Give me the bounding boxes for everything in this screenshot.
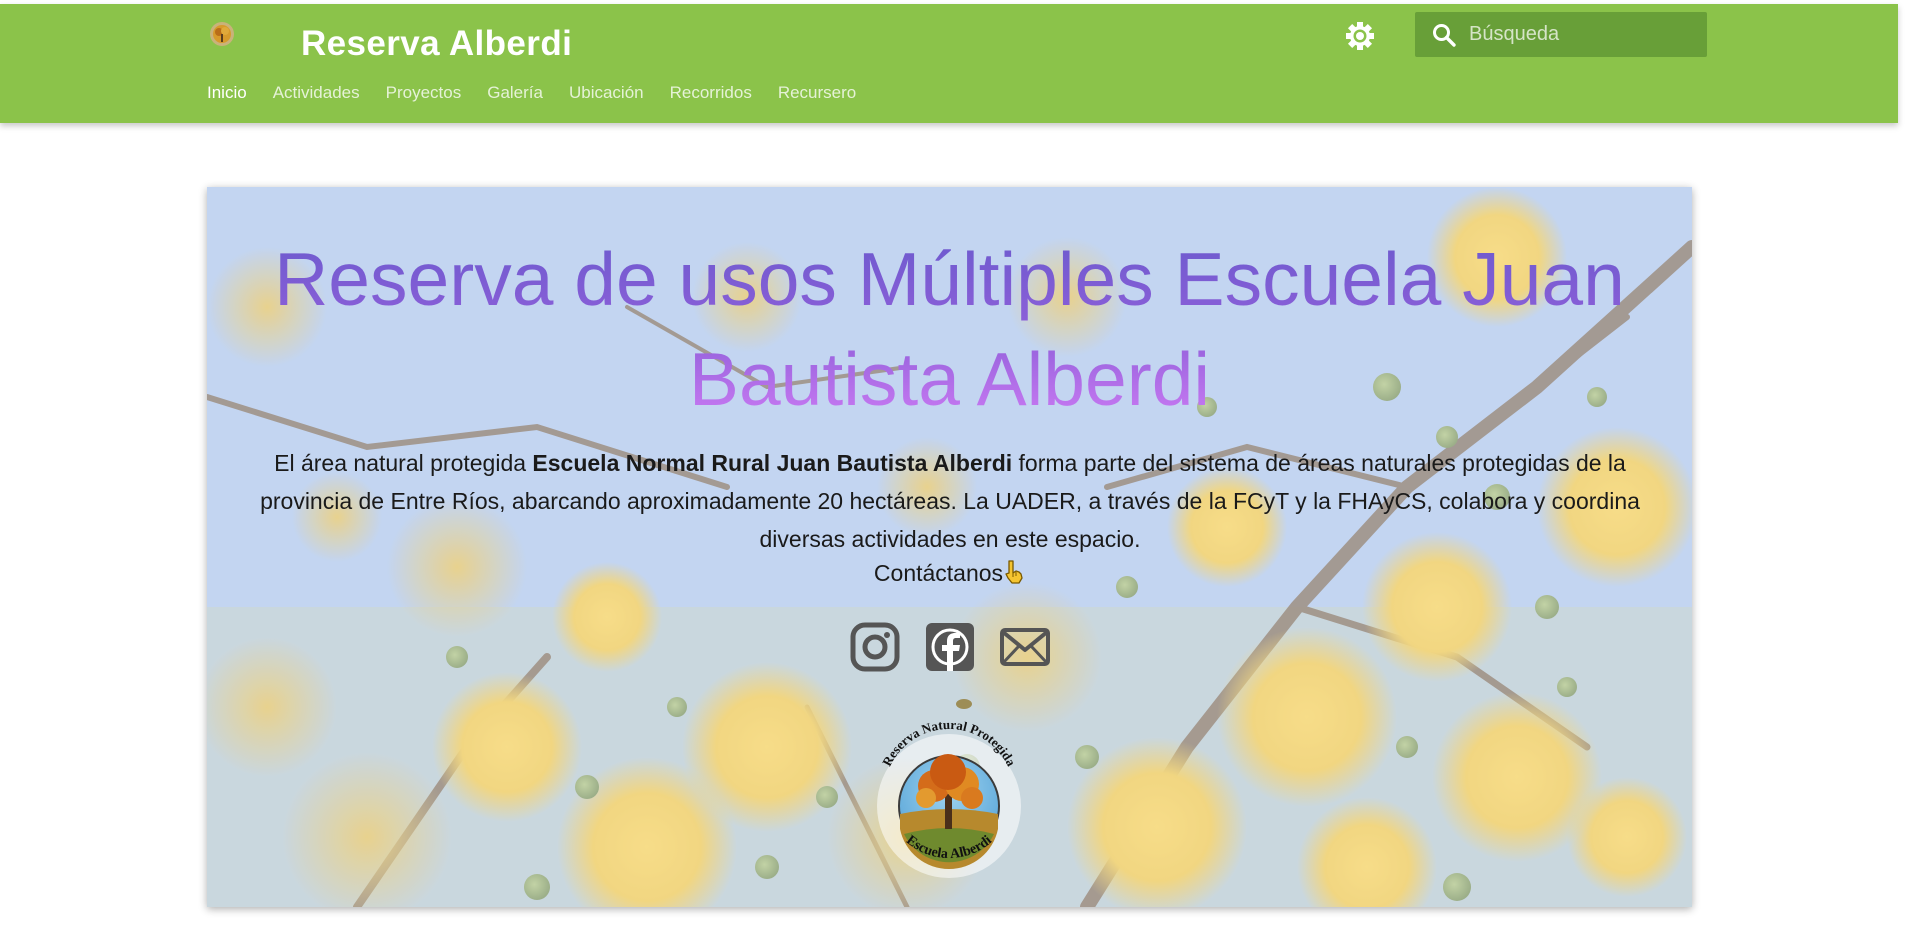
search-box[interactable] (1415, 12, 1707, 57)
search-icon (1433, 24, 1456, 47)
contact-label: Contáctanos (873, 560, 1004, 586)
brightness-icon[interactable] (1345, 21, 1375, 51)
nav-item-inicio[interactable]: Inicio (207, 83, 247, 103)
nav-item-actividades[interactable]: Actividades (273, 83, 360, 103)
main-nav: Inicio Actividades Proyectos Galería Ubicaci… (207, 83, 882, 113)
reserve-seal-logo: Reserva Natural Protegida Escuela Alberd… (877, 699, 1021, 878)
contact-line: Contáctanos (207, 559, 1692, 587)
hero-section: Reserva de usos Múltiples Escuela Juan B… (207, 187, 1692, 907)
nav-item-ubicacion[interactable]: Ubicación (569, 83, 644, 103)
nav-item-galeria[interactable]: Galería (487, 83, 543, 103)
hero-title: Reserva de usos Múltiples Escuela Juan B… (207, 229, 1692, 429)
description-school-name: Escuela Normal Rural Juan Bautista Alber… (532, 450, 1013, 476)
nav-item-recursero[interactable]: Recursero (778, 83, 856, 103)
search-input[interactable] (1469, 12, 1694, 57)
nav-item-recorridos[interactable]: Recorridos (670, 83, 752, 103)
hero-description: El área natural protegida Escuela Normal… (225, 444, 1675, 558)
description-intro: El área natural protegida (274, 450, 533, 476)
facebook-icon[interactable] (924, 621, 976, 673)
top-app-bar: Reserva Alberdi Inicio Actividades Proyect… (0, 4, 1898, 123)
mail-icon[interactable] (999, 621, 1051, 673)
tree-logo-icon[interactable] (209, 21, 235, 47)
pointing-down-hand-icon (1005, 560, 1023, 584)
instagram-icon[interactable] (849, 621, 901, 673)
site-title[interactable]: Reserva Alberdi (301, 24, 572, 64)
nav-item-proyectos[interactable]: Proyectos (386, 83, 462, 103)
